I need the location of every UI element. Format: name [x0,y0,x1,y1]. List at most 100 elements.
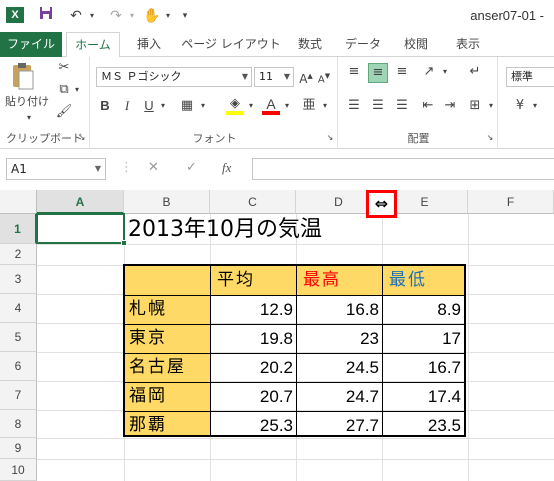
fill-color-dropdown-icon[interactable]: ▾ [246,97,256,115]
max-cell[interactable]: 27.7 [297,411,382,435]
row-header-6[interactable]: 6 [0,352,37,381]
copy-dropdown-icon[interactable]: ▾ [72,81,82,99]
undo-icon[interactable]: ↶ [66,6,86,26]
avg-cell[interactable]: 20.2 [211,353,296,382]
tab-view[interactable]: 表示 [446,32,490,57]
column-header-a[interactable]: A [37,190,124,214]
clipboard-launcher-icon[interactable]: ↘ [77,129,87,147]
phonetic-dropdown-icon[interactable]: ▾ [320,97,330,115]
tab-formulas[interactable]: 数式 [290,32,330,57]
paste-icon[interactable] [8,61,38,91]
formula-input[interactable] [252,158,554,180]
header-avg-cell[interactable]: 平均 [211,266,296,295]
enter-entry-icon[interactable]: ✓ [186,160,197,175]
header-max-cell[interactable]: 最高 [297,266,382,295]
row-header-8[interactable]: 8 [0,410,37,438]
tab-review[interactable]: 校閲 [394,32,438,57]
city-cell[interactable]: 札幌 [125,295,210,324]
tab-data[interactable]: データ [338,32,388,57]
underline-button[interactable]: U [140,97,158,115]
fill-color-icon[interactable]: ◈ [224,95,246,115]
row-header-4[interactable]: 4 [0,294,37,323]
min-cell[interactable]: 23.5 [383,411,464,435]
font-size-select[interactable]: 11 ▼ [254,67,294,87]
currency-dropdown-icon[interactable]: ▾ [530,97,540,115]
row-header-3[interactable]: 3 [0,265,37,294]
tab-home[interactable]: ホーム [66,32,120,58]
orientation-dropdown-icon[interactable]: ▾ [440,63,450,81]
row-header-7[interactable]: 7 [0,381,37,410]
max-cell[interactable]: 24.7 [297,382,382,411]
redo-dropdown-icon[interactable]: ▾ [126,6,138,26]
bold-button[interactable]: B [96,97,114,115]
city-cell[interactable]: 福岡 [125,382,210,411]
touch-mode-dropdown-icon[interactable]: ▾ [162,6,174,26]
row-header-9[interactable]: 9 [0,438,37,459]
alignment-launcher-icon[interactable]: ↘ [485,129,495,147]
borders-dropdown-icon[interactable]: ▾ [198,97,208,115]
save-icon[interactable] [36,6,56,26]
phonetic-guide-icon[interactable]: 亜 [298,97,320,115]
min-cell[interactable]: 17 [383,324,464,353]
name-box[interactable]: A1 ▼ [6,158,106,180]
city-cell[interactable]: 名古屋 [125,353,210,382]
row-header-10[interactable]: 10 [0,459,37,481]
align-top-icon[interactable]: ≡ [344,63,364,81]
avg-cell[interactable]: 19.8 [211,324,296,353]
column-header-c[interactable]: C [210,190,296,214]
column-header-b[interactable]: B [124,190,210,214]
redo-icon[interactable]: ↷ [106,6,126,26]
active-cell-a1[interactable] [36,213,127,246]
min-cell[interactable]: 16.7 [383,353,464,382]
avg-cell[interactable]: 12.9 [211,295,296,324]
min-cell[interactable]: 8.9 [383,295,464,324]
align-middle-icon[interactable]: ≡ [368,63,388,83]
borders-icon[interactable]: ▦ [176,97,198,115]
city-cell[interactable]: 那覇 [125,411,210,435]
row-header-1[interactable]: 1 [0,214,37,244]
currency-format-icon[interactable]: ¥ [510,97,530,115]
min-cell[interactable]: 17.4 [383,382,464,411]
max-cell[interactable]: 24.5 [297,353,382,382]
select-all-button[interactable] [0,190,37,214]
tab-page-layout[interactable]: ページ レイアウト [178,32,284,57]
wrap-text-icon[interactable]: ↵ [464,63,486,81]
italic-button[interactable]: I [118,97,136,115]
undo-dropdown-icon[interactable]: ▾ [86,6,98,26]
max-cell[interactable]: 23 [297,324,382,353]
align-bottom-icon[interactable]: ≡ [392,63,412,81]
column-resize-cursor-icon[interactable]: ⇔ [366,190,397,218]
insert-function-icon[interactable]: fx [222,160,231,176]
cut-icon[interactable]: ✂ [54,59,74,77]
underline-dropdown-icon[interactable]: ▾ [158,97,168,115]
increase-indent-icon[interactable]: ⇥ [440,97,460,115]
touch-mode-icon[interactable]: ✋ [142,6,162,26]
avg-cell[interactable]: 20.7 [211,382,296,411]
font-color-dropdown-icon[interactable]: ▾ [282,97,292,115]
header-min-cell[interactable]: 最低 [383,266,464,295]
max-cell[interactable]: 16.8 [297,295,382,324]
align-center-icon[interactable]: ☰ [368,97,388,115]
row-header-5[interactable]: 5 [0,323,37,352]
orientation-icon[interactable]: ↗ [418,63,440,81]
align-left-icon[interactable]: ☰ [344,97,364,115]
decrease-font-size-icon[interactable]: A▼ [316,67,332,89]
tab-insert[interactable]: 挿入 [126,32,172,57]
increase-font-size-icon[interactable]: A▲ [298,67,314,88]
format-painter-icon[interactable]: 🖌 [54,103,74,121]
number-format-select[interactable]: 標準 [506,67,554,87]
city-cell[interactable]: 東京 [125,324,210,353]
customize-quick-access-icon[interactable]: ▾ [178,6,192,26]
font-launcher-icon[interactable]: ↘ [325,129,335,147]
decrease-indent-icon[interactable]: ⇤ [418,97,438,115]
merge-center-icon[interactable]: ⊞ [464,97,486,115]
column-header-f[interactable]: F [468,190,554,214]
cancel-entry-icon[interactable]: ✕ [148,160,159,175]
font-color-icon[interactable]: A [260,95,282,115]
avg-cell[interactable]: 25.3 [211,411,296,435]
merge-dropdown-icon[interactable]: ▾ [486,97,496,115]
header-corner-cell[interactable] [125,266,210,295]
row-header-2[interactable]: 2 [0,244,37,265]
copy-icon[interactable]: ⧉ [54,81,74,99]
fill-handle[interactable] [121,240,127,246]
